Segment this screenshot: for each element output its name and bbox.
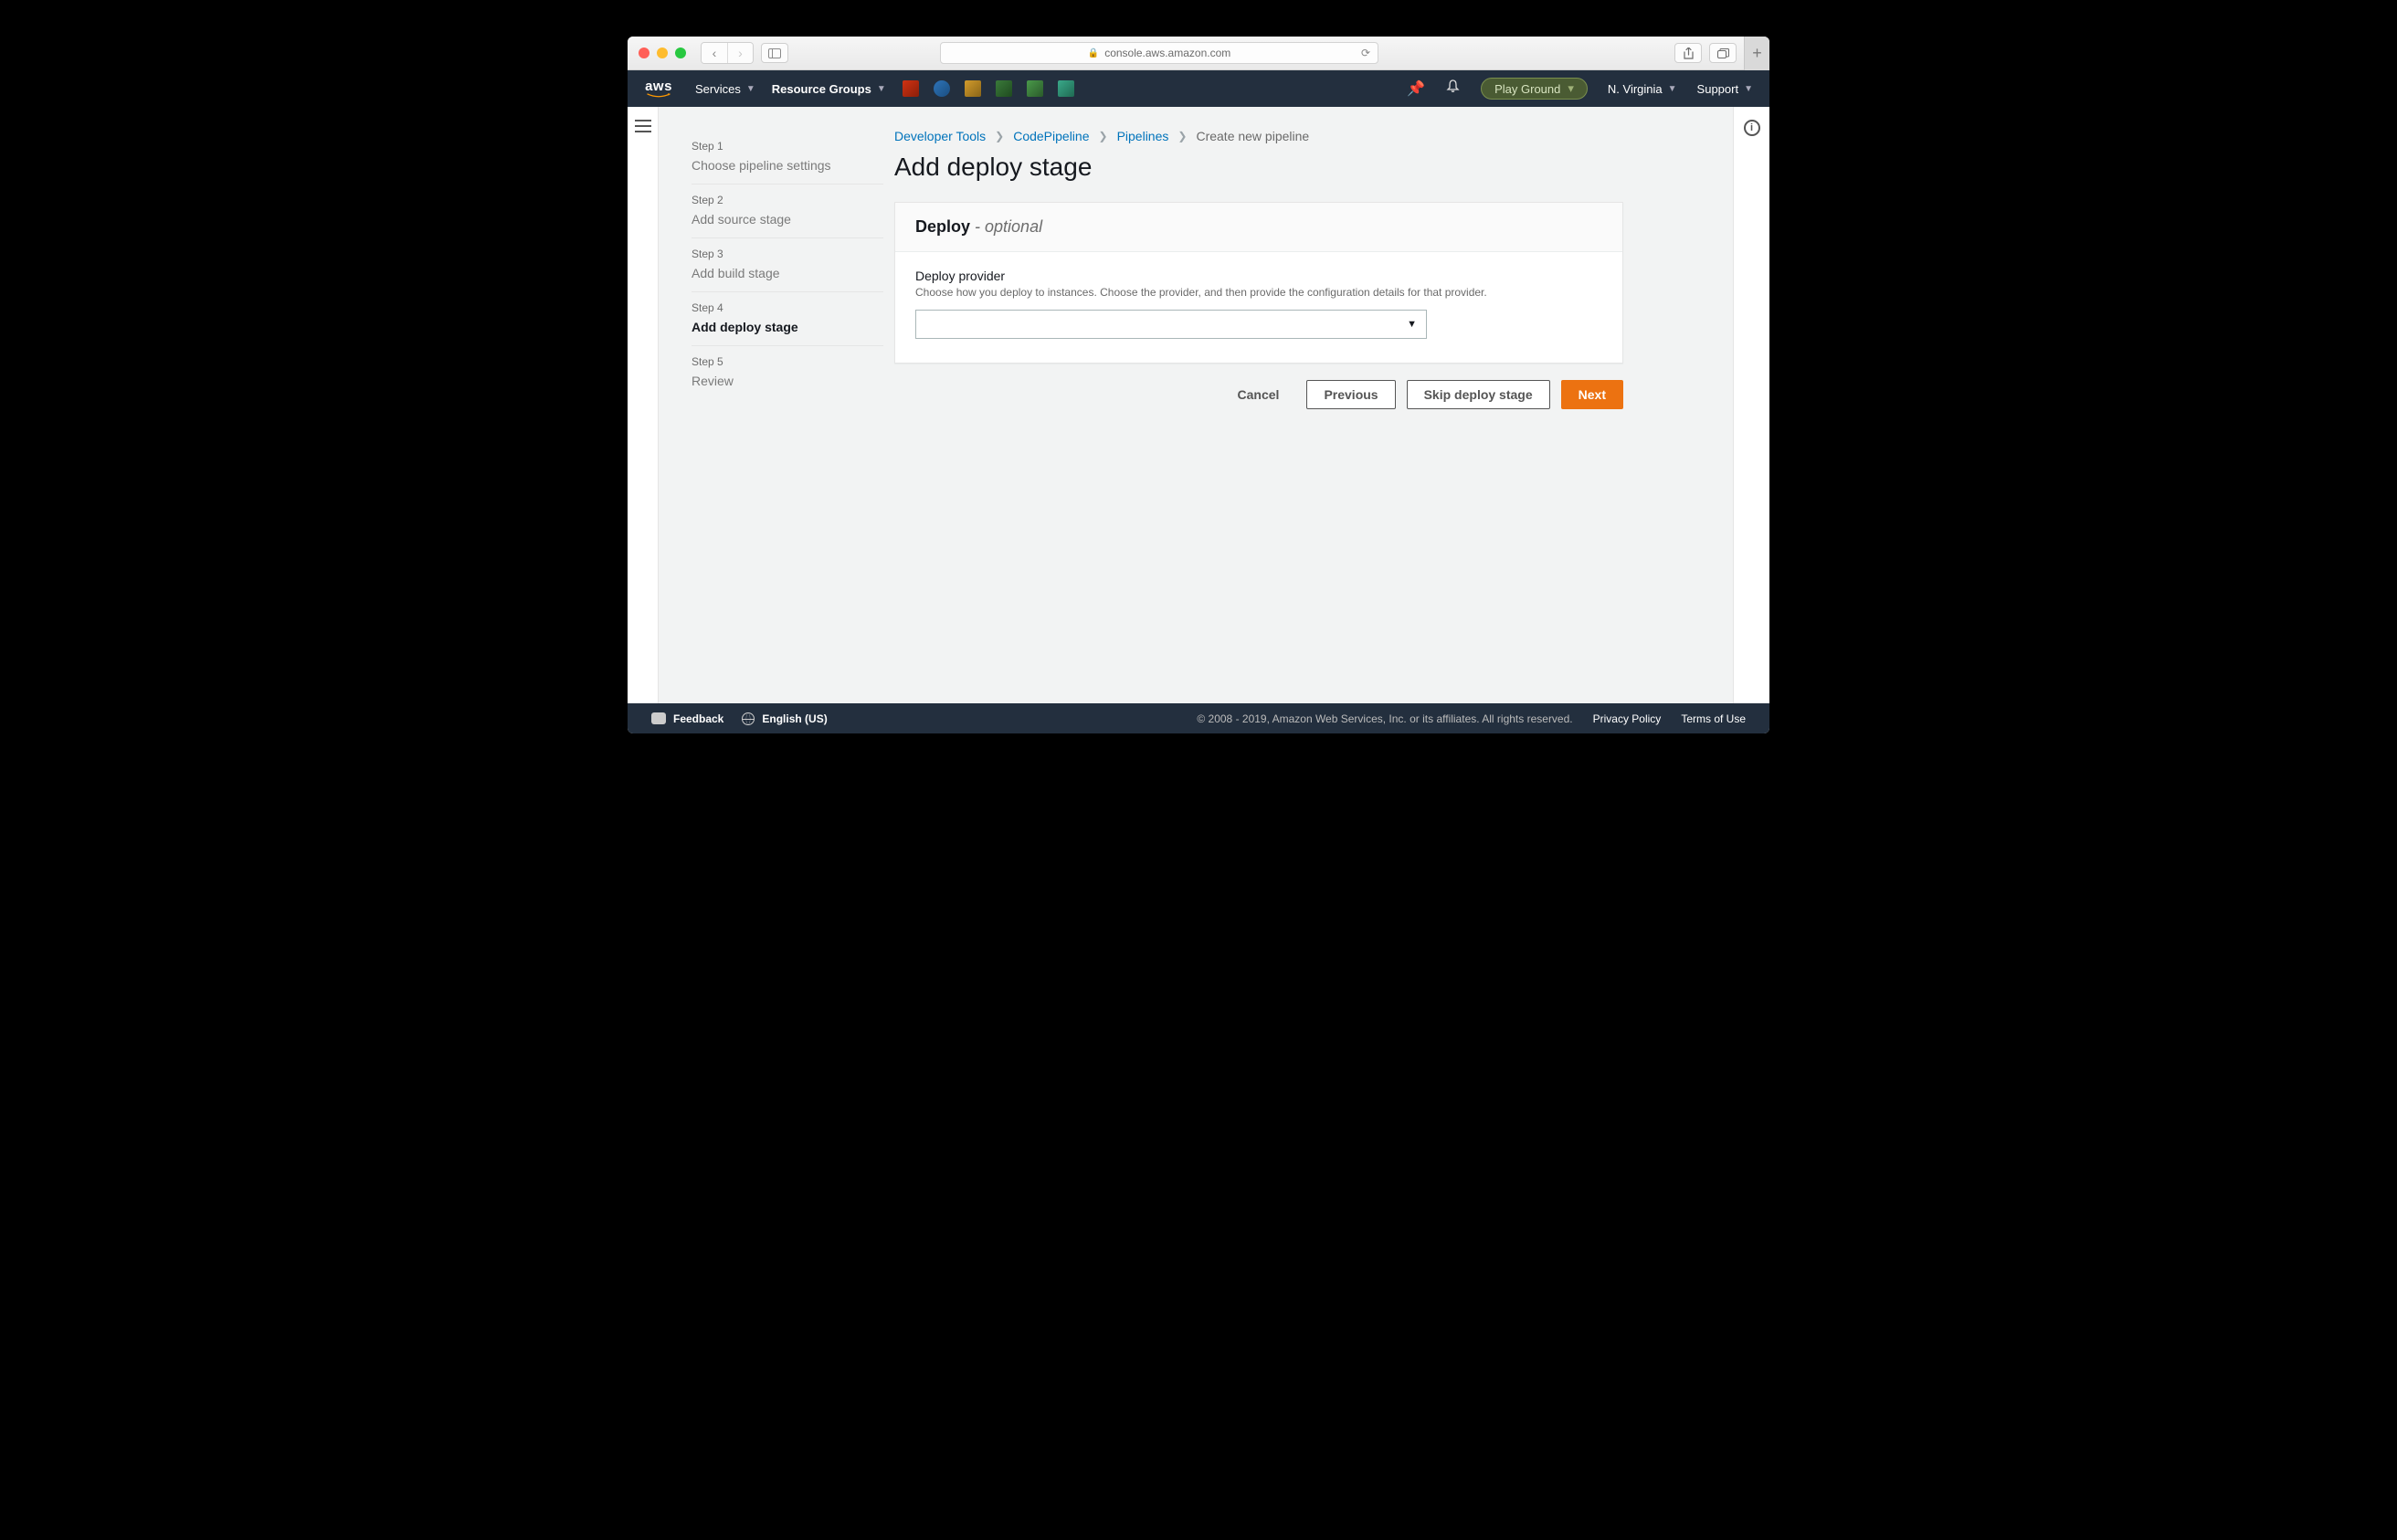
breadcrumb: Developer Tools ❯ CodePipeline ❯ Pipelin… xyxy=(894,129,1623,143)
maximize-window-icon[interactable] xyxy=(675,47,686,58)
reload-icon[interactable]: ⟳ xyxy=(1361,47,1370,59)
browser-chrome: ‹ › 🔒 console.aws.amazon.com ⟳ + xyxy=(628,37,1769,70)
forward-button[interactable]: › xyxy=(727,43,753,63)
service-shortcut-icon[interactable] xyxy=(1058,80,1074,97)
region-label: N. Virginia xyxy=(1608,82,1663,96)
chevron-down-icon: ▼ xyxy=(746,84,755,94)
panel-title: Deploy xyxy=(915,217,970,236)
panel-header: Deploy - optional xyxy=(895,203,1622,252)
back-button[interactable]: ‹ xyxy=(702,43,727,63)
left-nav-toggle-column xyxy=(628,107,659,703)
skip-deploy-stage-button[interactable]: Skip deploy stage xyxy=(1407,380,1550,409)
chevron-right-icon: ❯ xyxy=(995,130,1004,142)
share-button[interactable] xyxy=(1674,43,1702,63)
step-title: Review xyxy=(692,374,883,388)
feedback-link[interactable]: Feedback xyxy=(651,712,723,725)
browser-window: ‹ › 🔒 console.aws.amazon.com ⟳ + aws xyxy=(628,37,1769,733)
account-label: Play Ground xyxy=(1494,82,1560,96)
support-label: Support xyxy=(1697,82,1739,96)
deploy-provider-label: Deploy provider xyxy=(915,269,1602,283)
close-window-icon[interactable] xyxy=(639,47,649,58)
account-menu[interactable]: Play Ground ▾ xyxy=(1481,78,1588,100)
nav-buttons: ‹ › xyxy=(701,42,754,64)
wizard-step-2[interactable]: Step 2 Add source stage xyxy=(692,185,883,238)
copyright-text: © 2008 - 2019, Amazon Web Services, Inc.… xyxy=(1197,712,1572,725)
sidebar-toggle-button[interactable] xyxy=(761,43,788,63)
tabs-button[interactable] xyxy=(1709,43,1737,63)
info-icon[interactable]: i xyxy=(1744,120,1760,136)
service-shortcut-icons xyxy=(903,80,1074,97)
url-bar[interactable]: 🔒 console.aws.amazon.com ⟳ xyxy=(940,42,1378,64)
step-title: Add source stage xyxy=(692,212,883,227)
wizard-step-3[interactable]: Step 3 Add build stage xyxy=(692,238,883,292)
url-text: console.aws.amazon.com xyxy=(1104,47,1230,59)
aws-top-nav: aws Services ▼ Resource Groups ▼ 📌 Play … xyxy=(628,70,1769,107)
hamburger-icon[interactable] xyxy=(635,120,651,132)
service-shortcut-icon[interactable] xyxy=(965,80,981,97)
step-number: Step 1 xyxy=(692,140,883,153)
lock-icon: 🔒 xyxy=(1088,48,1099,58)
page-content: Developer Tools ❯ CodePipeline ❯ Pipelin… xyxy=(883,107,1660,703)
cancel-button[interactable]: Cancel xyxy=(1221,380,1296,409)
terms-of-use-link[interactable]: Terms of Use xyxy=(1681,712,1746,725)
wizard-step-4[interactable]: Step 4 Add deploy stage xyxy=(692,292,883,346)
step-title: Choose pipeline settings xyxy=(692,158,883,173)
service-shortcut-icon[interactable] xyxy=(1027,80,1043,97)
main-scroll: Step 1 Choose pipeline settings Step 2 A… xyxy=(659,107,1733,703)
chevron-right-icon: ❯ xyxy=(1177,130,1187,142)
content-area: Step 1 Choose pipeline settings Step 2 A… xyxy=(628,107,1769,703)
language-selector[interactable]: English (US) xyxy=(742,712,827,725)
notifications-icon[interactable] xyxy=(1445,79,1461,99)
resource-groups-label: Resource Groups xyxy=(772,82,871,96)
services-label: Services xyxy=(695,82,741,96)
step-title: Add build stage xyxy=(692,266,883,280)
previous-button[interactable]: Previous xyxy=(1306,380,1395,409)
panel-body: Deploy provider Choose how you deploy to… xyxy=(895,252,1622,363)
service-shortcut-icon[interactable] xyxy=(996,80,1012,97)
step-number: Step 4 xyxy=(692,301,883,314)
breadcrumb-current: Create new pipeline xyxy=(1196,129,1309,143)
chevron-down-icon: ▼ xyxy=(1668,84,1677,94)
chevron-down-icon: ▾ xyxy=(1568,81,1574,96)
chevron-down-icon: ▼ xyxy=(1744,84,1753,94)
breadcrumb-developer-tools[interactable]: Developer Tools xyxy=(894,129,986,143)
feedback-label: Feedback xyxy=(673,712,723,725)
resource-groups-menu[interactable]: Resource Groups ▼ xyxy=(772,82,886,96)
window-controls xyxy=(639,47,686,58)
wizard-steps: Step 1 Choose pipeline settings Step 2 A… xyxy=(659,107,883,703)
chevron-down-icon: ▼ xyxy=(877,84,886,94)
chevron-right-icon: ❯ xyxy=(1099,130,1108,142)
wizard-step-1[interactable]: Step 1 Choose pipeline settings xyxy=(692,131,883,185)
page-title: Add deploy stage xyxy=(894,153,1623,182)
deploy-panel: Deploy - optional Deploy provider Choose… xyxy=(894,202,1623,364)
step-number: Step 3 xyxy=(692,248,883,260)
deploy-provider-select[interactable]: ▼ xyxy=(915,310,1427,339)
services-menu[interactable]: Services ▼ xyxy=(695,82,755,96)
language-label: English (US) xyxy=(762,712,827,725)
breadcrumb-codepipeline[interactable]: CodePipeline xyxy=(1013,129,1089,143)
footer: Feedback English (US) © 2008 - 2019, Ama… xyxy=(628,703,1769,733)
step-title: Add deploy stage xyxy=(692,320,883,334)
right-help-column: i xyxy=(1733,107,1769,703)
next-button[interactable]: Next xyxy=(1561,380,1623,409)
minimize-window-icon[interactable] xyxy=(657,47,668,58)
deploy-provider-help: Choose how you deploy to instances. Choo… xyxy=(915,285,1602,301)
region-menu[interactable]: N. Virginia ▼ xyxy=(1608,82,1677,96)
wizard-actions: Cancel Previous Skip deploy stage Next xyxy=(894,380,1623,409)
new-tab-button[interactable]: + xyxy=(1744,37,1769,70)
service-shortcut-icon[interactable] xyxy=(934,80,950,97)
step-number: Step 5 xyxy=(692,355,883,368)
privacy-policy-link[interactable]: Privacy Policy xyxy=(1593,712,1662,725)
step-number: Step 2 xyxy=(692,194,883,206)
chevron-down-icon: ▼ xyxy=(1407,319,1417,330)
breadcrumb-pipelines[interactable]: Pipelines xyxy=(1117,129,1169,143)
speech-bubble-icon xyxy=(651,712,666,724)
wizard-step-5[interactable]: Step 5 Review xyxy=(692,346,883,399)
aws-logo[interactable]: aws xyxy=(644,79,673,98)
panel-optional: - optional xyxy=(975,217,1042,236)
pin-icon[interactable]: 📌 xyxy=(1407,79,1425,98)
support-menu[interactable]: Support ▼ xyxy=(1697,82,1753,96)
service-shortcut-icon[interactable] xyxy=(903,80,919,97)
globe-icon xyxy=(742,712,755,725)
